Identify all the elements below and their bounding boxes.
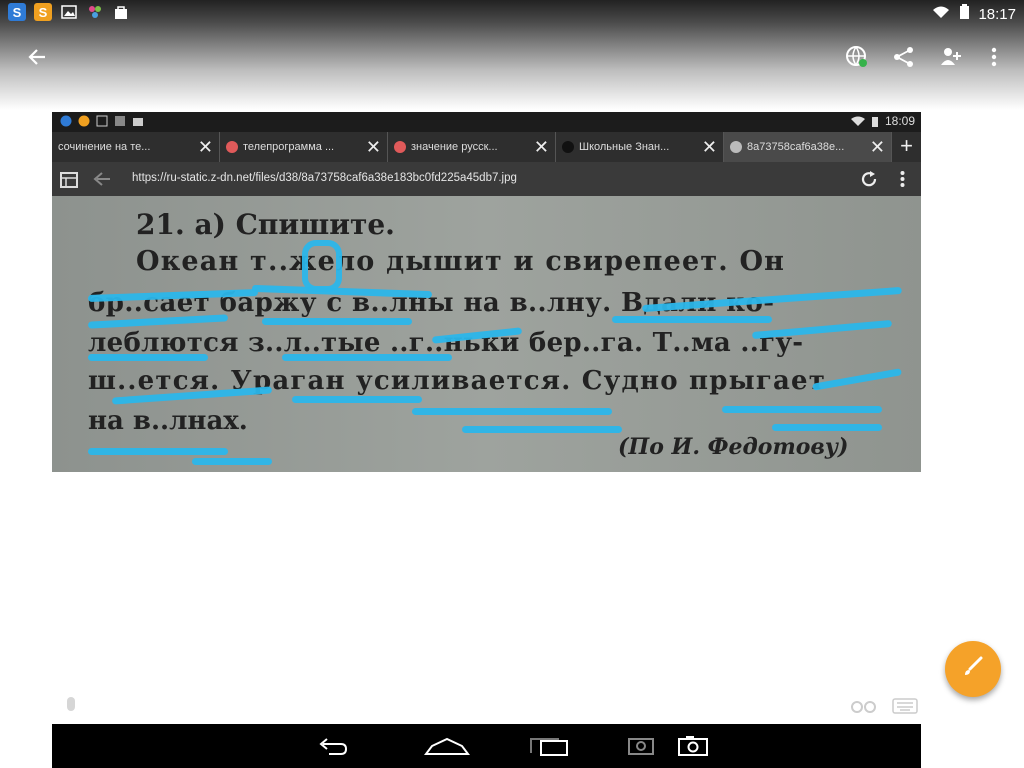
photo-tab: сочинение на те... ✕	[52, 132, 220, 162]
plus-icon: +	[900, 133, 913, 158]
battery-icon	[958, 4, 970, 24]
close-icon: ✕	[533, 136, 549, 157]
favicon-icon	[226, 141, 238, 153]
photo-status-time: 18:09	[884, 114, 915, 128]
tabs-grid-icon	[60, 170, 78, 193]
close-icon: ✕	[197, 136, 213, 157]
photo-tab: Школьные Знан... ✕	[556, 132, 724, 162]
page-text-line: Океан т..жело дышит и свирепеет. Он	[136, 246, 786, 277]
close-icon: ✕	[869, 136, 885, 157]
photo-tab-label: 8a73758caf6a38e...	[747, 141, 845, 153]
favicon-icon	[562, 141, 574, 153]
photo-status-bar: 18:09	[52, 112, 921, 132]
person-add-icon[interactable]	[936, 42, 966, 72]
author-credit: (По И. Федотову)	[618, 434, 849, 460]
photo-url-text: https://ru-static.z-dn.net/files/d38/8a7…	[132, 172, 517, 184]
back-arrow-icon	[92, 171, 112, 192]
photo-tab-label: телепрограмма ...	[243, 141, 335, 153]
brush-icon	[961, 655, 985, 684]
photo-tab-label: Школьные Знан...	[579, 141, 670, 153]
edit-fab-button[interactable]	[945, 641, 1001, 697]
exercise-heading: 21. а) Спишите.	[136, 208, 395, 241]
status-bar: S S 18:17	[0, 0, 1024, 26]
keyboard-icon	[892, 698, 918, 719]
recents-nav-icon[interactable]	[526, 732, 572, 760]
action-bar	[0, 34, 1024, 80]
camera-nav-icon[interactable]	[670, 732, 716, 760]
photo-image[interactable]: 18:09 сочинение на те... ✕ телепрограмма…	[52, 112, 921, 472]
share-icon[interactable]	[889, 42, 919, 72]
textbook-page: 21. а) Спишите. Океан т..жело дышит и св…	[52, 196, 921, 472]
photo-tab: значение русск... ✕	[388, 132, 556, 162]
translate-icon[interactable]	[842, 42, 872, 72]
page-text-line: на в..лнах.	[88, 406, 248, 436]
s-app-icon: S	[8, 3, 26, 21]
wifi-icon	[932, 5, 950, 23]
favicon-icon	[394, 141, 406, 153]
handwriting-icon	[850, 698, 878, 719]
photo-tab-label: сочинение на те...	[58, 141, 151, 153]
close-icon: ✕	[365, 136, 381, 157]
back-arrow-icon[interactable]	[22, 42, 52, 72]
back-nav-icon[interactable]	[310, 732, 356, 760]
photo-tab-label: значение русск...	[411, 141, 498, 153]
more-vert-icon[interactable]	[979, 42, 1009, 72]
home-nav-icon[interactable]	[424, 732, 470, 760]
photo-url-bar: https://ru-static.z-dn.net/files/d38/8a7…	[52, 162, 921, 196]
status-time: 18:17	[978, 5, 1016, 23]
photo-tab: телепрограмма ... ✕	[220, 132, 388, 162]
app-icon	[86, 3, 104, 21]
navigation-bar	[52, 724, 921, 768]
photo-browser-tabs: сочинение на те... ✕ телепрограмма ... ✕…	[52, 132, 921, 162]
favicon-icon	[730, 141, 742, 153]
s-app-icon-orange: S	[34, 3, 52, 21]
image-icon	[60, 3, 78, 21]
bag-icon	[112, 3, 130, 21]
close-icon: ✕	[701, 136, 717, 157]
mic-icon	[64, 696, 78, 721]
more-vert-icon	[900, 170, 905, 193]
photo-tab-active: 8a73758caf6a38e... ✕	[724, 132, 892, 162]
screenshot-nav-icon[interactable]	[618, 732, 664, 760]
reload-icon	[860, 170, 878, 193]
